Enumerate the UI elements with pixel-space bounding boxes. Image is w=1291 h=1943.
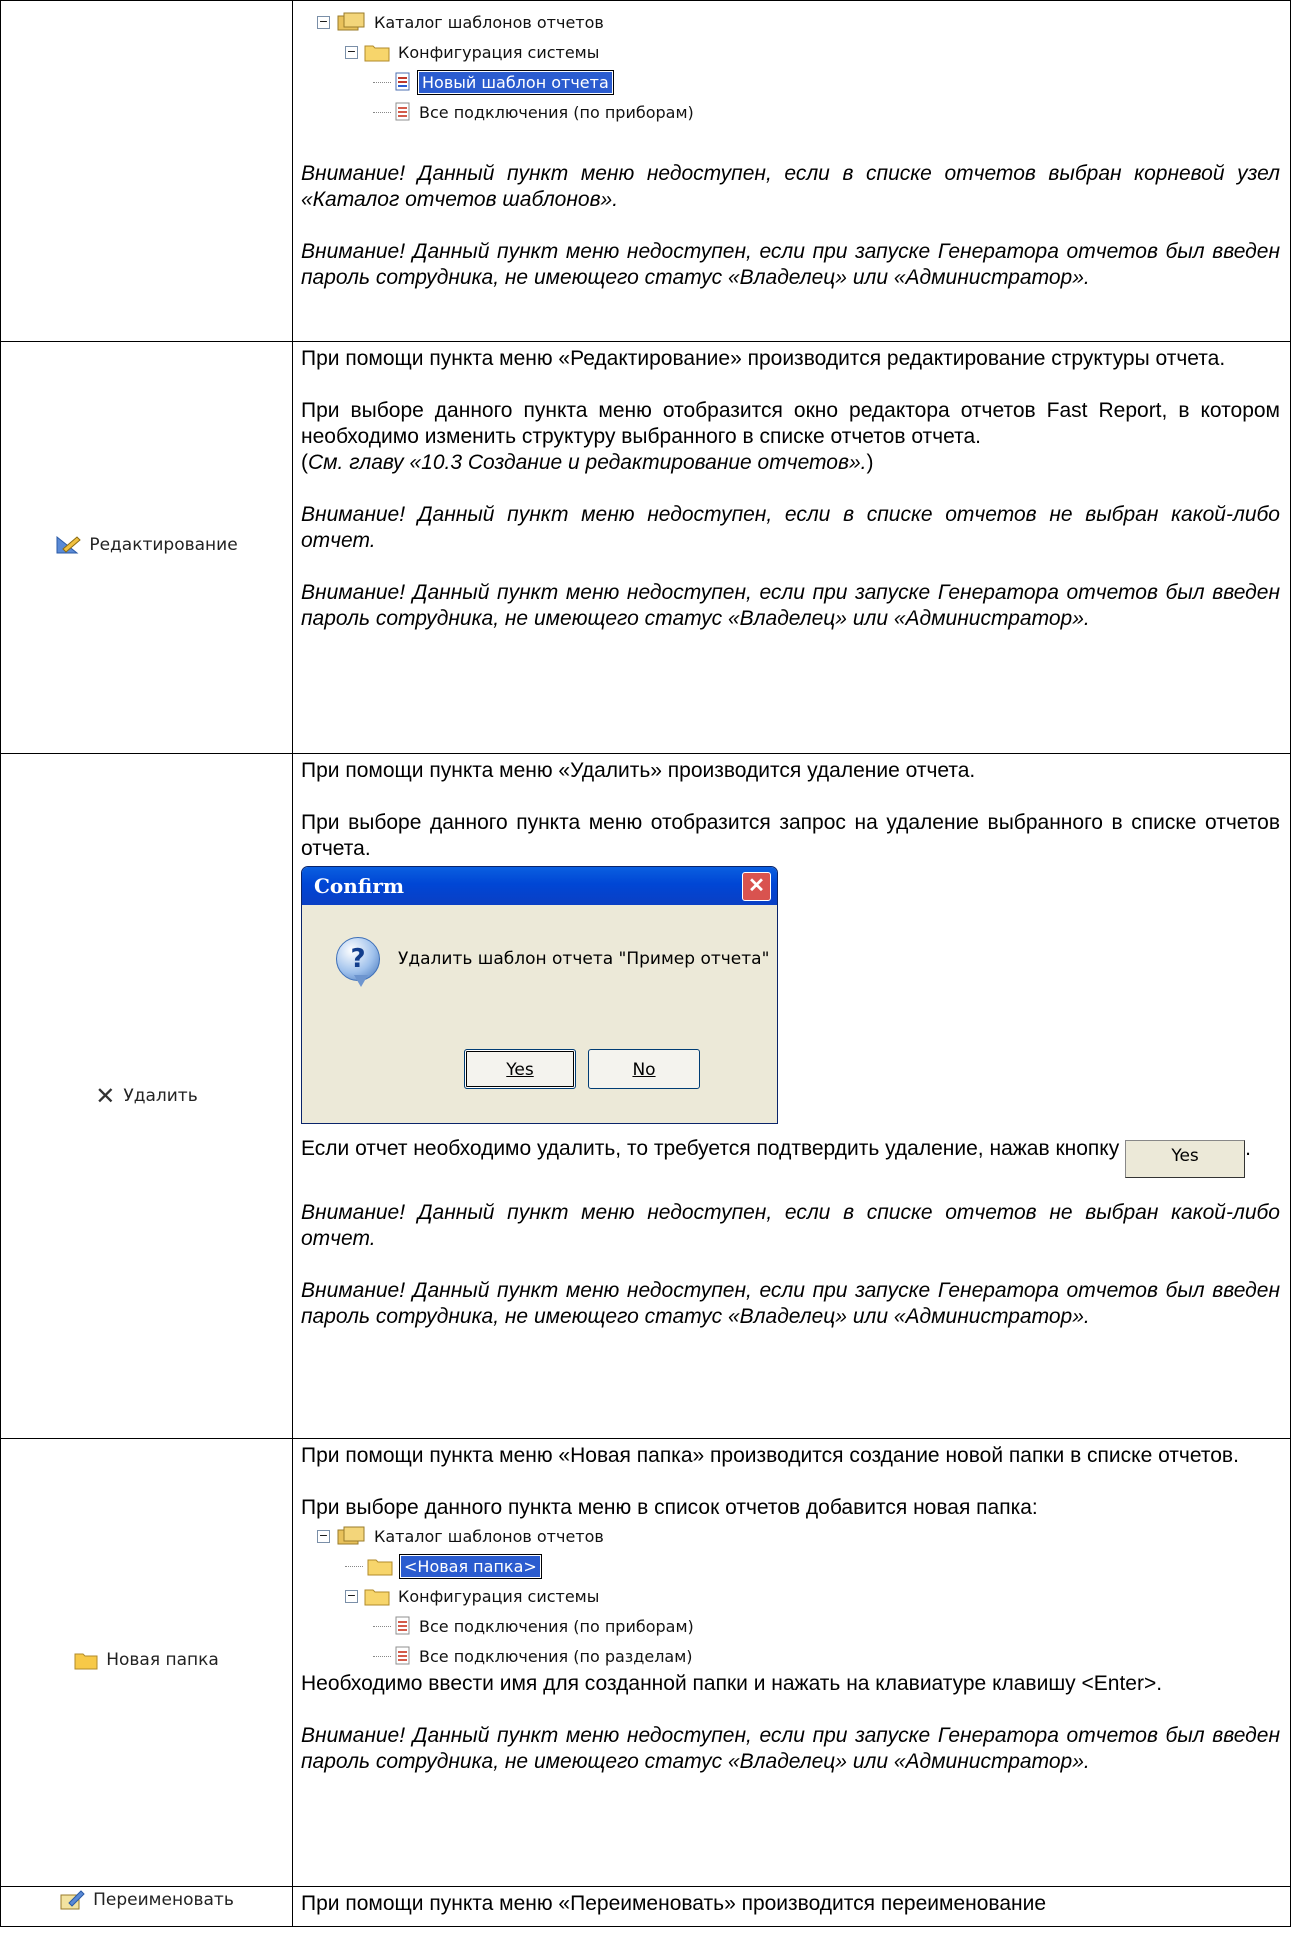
menu-item-label: Удалить: [123, 1086, 198, 1106]
menu-cell-empty: [0, 0, 293, 342]
menu-item-rename[interactable]: Переименовать: [59, 1889, 234, 1911]
tree-item-label: Все подключения (по приборам): [419, 102, 694, 122]
menu-item-label: Новая папка: [106, 1650, 219, 1670]
report-file-icon: [395, 1646, 410, 1665]
tree-folder[interactable]: <Новая папка>: [317, 1551, 1280, 1581]
warning-note: Внимание! Данный пункт меню недоступен, …: [301, 1201, 1280, 1250]
close-button[interactable]: ✕: [742, 872, 771, 901]
warning-note: Внимание! Данный пункт меню недоступен, …: [301, 162, 1280, 211]
collapse-icon[interactable]: −: [317, 15, 330, 29]
paragraph: Если отчет необходимо удалить, то требуе…: [301, 1132, 1280, 1178]
tree-root[interactable]: − Каталог шаблонов отчетов: [317, 1521, 1280, 1551]
menu-cell: ✕ Удалить: [0, 753, 293, 1439]
description-cell: При помощи пункта меню «Новая папка» про…: [292, 1438, 1291, 1887]
paragraph: При выборе данного пункта меню отобразит…: [301, 399, 1280, 448]
warning-note: Внимание! Данный пункт меню недоступен, …: [301, 240, 1280, 289]
warning-note: Внимание! Данный пункт меню недоступен, …: [301, 581, 1280, 630]
catalog-icon: [337, 1526, 365, 1545]
table-row: Переименовать При помощи пункта меню «Пе…: [0, 1886, 1291, 1927]
description-cell: При помощи пункта меню «Переименовать» п…: [292, 1886, 1291, 1927]
collapse-icon[interactable]: −: [345, 1589, 358, 1603]
paragraph: При помощи пункта меню «Удалить» произво…: [301, 759, 976, 782]
paragraph: При помощи пункта меню «Новая папка» про…: [301, 1444, 1239, 1467]
report-tree: − Каталог шаблонов отчетов − Конфигураци…: [317, 7, 1280, 127]
new-template-label[interactable]: Новый шаблон отчета: [417, 69, 614, 95]
catalog-icon: [337, 12, 365, 31]
menu-cell: Новая папка: [0, 1438, 293, 1887]
description-cell: − Каталог шаблонов отчетов − Конфигураци…: [292, 0, 1291, 342]
description-cell: При помощи пункта меню «Удалить» произво…: [292, 753, 1291, 1439]
report-file-icon: [395, 72, 410, 91]
menu-item-label: Переименовать: [93, 1890, 234, 1910]
table-row: − Каталог шаблонов отчетов − Конфигураци…: [0, 0, 1291, 342]
dialog-title: Confirm ✕: [302, 867, 777, 905]
tree-folder[interactable]: − Конфигурация системы: [317, 37, 1280, 67]
menu-item-label: Редактирование: [89, 535, 238, 555]
confirm-dialog: Confirm ✕ ? Удалить шаблон отчета "Приме…: [301, 866, 778, 1124]
folder-icon: [367, 1559, 393, 1576]
chapter-reference: См. главу «10.3 Создание и редактировани…: [308, 451, 867, 474]
report-file-icon: [395, 1616, 410, 1635]
menu-description-table: − Каталог шаблонов отчетов − Конфигураци…: [0, 0, 1291, 1927]
dialog-message: Удалить шаблон отчета "Пример отчета": [398, 949, 770, 969]
tree-item[interactable]: Все подключения (по приборам): [317, 1611, 1280, 1641]
edit-icon: [56, 535, 82, 554]
tree-folder[interactable]: − Конфигурация системы: [317, 1581, 1280, 1611]
new-folder-label[interactable]: <Новая папка>: [399, 1553, 542, 1579]
warning-note: Внимание! Данный пункт меню недоступен, …: [301, 1724, 1280, 1773]
report-tree: − Каталог шаблонов отчетов <Новая папка>: [317, 1521, 1280, 1671]
report-file-icon: [395, 102, 410, 121]
yes-button-inline: Yes: [1125, 1140, 1246, 1178]
menu-cell: Редактирование: [0, 341, 293, 754]
menu-cell: Переименовать: [0, 1886, 293, 1927]
tree-root[interactable]: − Каталог шаблонов отчетов: [317, 7, 1280, 37]
folder-icon: [364, 45, 390, 62]
paragraph: Необходимо ввести имя для созданной папк…: [301, 1672, 1163, 1695]
tree-item[interactable]: Все подключения (по приборам): [317, 97, 1280, 127]
paragraph: При выборе данного пункта меню в список …: [301, 1496, 1038, 1519]
warning-note: Внимание! Данный пункт меню недоступен, …: [301, 503, 1280, 552]
tree-item[interactable]: Новый шаблон отчета: [317, 67, 1280, 97]
no-button[interactable]: No: [588, 1049, 700, 1089]
rename-icon: [60, 1890, 85, 1910]
new-folder-icon: [74, 1653, 98, 1670]
menu-item-edit[interactable]: Редактирование: [55, 534, 238, 556]
table-row: Редактирование При помощи пункта меню «Р…: [0, 341, 1291, 754]
reference-paragraph: (См. главу «10.3 Создание и редактирован…: [301, 451, 874, 474]
tree-item[interactable]: Все подключения (по разделам): [317, 1641, 1280, 1671]
table-row: Новая папка При помощи пункта меню «Нова…: [0, 1438, 1291, 1887]
paragraph: При помощи пункта меню «Редактирование» …: [301, 347, 1226, 370]
paragraph: При выборе данного пункта меню отобразит…: [301, 811, 1280, 860]
menu-item-delete[interactable]: ✕ Удалить: [95, 1082, 197, 1110]
folder-icon: [364, 1589, 390, 1606]
table-row: ✕ Удалить При помощи пункта меню «Удалит…: [0, 753, 1291, 1439]
tree-folder-label: Конфигурация системы: [398, 42, 600, 62]
warning-note: Внимание! Данный пункт меню недоступен, …: [301, 1279, 1280, 1328]
collapse-icon[interactable]: −: [345, 45, 358, 59]
yes-button[interactable]: Yes: [464, 1049, 576, 1089]
collapse-icon[interactable]: −: [317, 1529, 330, 1543]
tree-root-label: Каталог шаблонов отчетов: [374, 12, 604, 32]
description-cell: При помощи пункта меню «Редактирование» …: [292, 341, 1291, 754]
paragraph: При помощи пункта меню «Переименовать» п…: [301, 1892, 1047, 1915]
delete-icon: ✕: [95, 1082, 116, 1110]
menu-item-new-folder[interactable]: Новая папка: [74, 1650, 219, 1670]
